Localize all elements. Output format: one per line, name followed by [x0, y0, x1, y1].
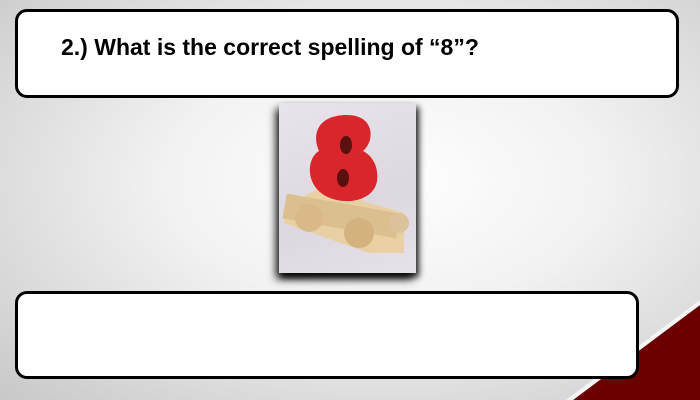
answer-box[interactable] [15, 291, 639, 379]
toy-train-eight-icon [282, 115, 409, 253]
question-text: 2.) What is the correct spelling of “8”? [61, 34, 479, 60]
number-eight-image [279, 103, 416, 273]
question-box: 2.) What is the correct spelling of “8”? [15, 9, 679, 98]
